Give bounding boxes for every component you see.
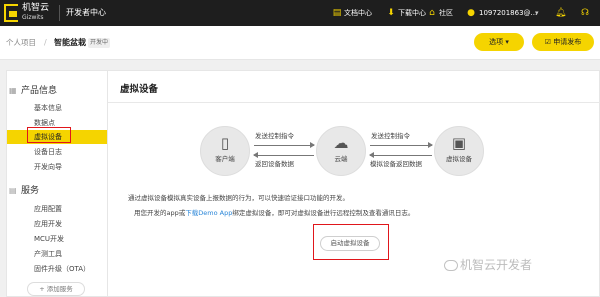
sidebar-item-basic-info[interactable]: 基本信息 — [7, 101, 107, 115]
bell-icon[interactable]: 🔔︎ — [555, 8, 566, 18]
sidebar-item-production-test[interactable]: 产测工具 — [7, 247, 107, 261]
wechat-icon — [444, 260, 458, 271]
sidebar-item-app-config[interactable]: 应用配置 — [7, 202, 107, 216]
description-line-2-prefix: 用您开发的app或 — [134, 209, 186, 217]
logo-subtext: Gizwits — [22, 14, 44, 21]
phone-icon: ▯ — [220, 134, 230, 152]
highlight-annotation — [27, 127, 71, 143]
apply-publish-button[interactable]: ☑ 申请发布 — [532, 33, 594, 51]
logo-text: 机智云 — [22, 3, 50, 13]
sidebar-item-app-dev[interactable]: 应用开发 — [7, 217, 107, 231]
nav-link-docs[interactable]: 文档中心 — [344, 7, 372, 19]
flow-label-return-data-1: 返回设备数据 — [255, 160, 294, 168]
service-icon: ▤ — [9, 186, 17, 195]
user-avatar-icon: ● — [467, 8, 475, 18]
start-virtual-device-button[interactable]: 启动虚拟设备 — [320, 236, 380, 251]
breadcrumb-current: 智能盆栽 — [54, 38, 86, 47]
sidebar-item-dev-guide[interactable]: 开发向导 — [7, 160, 107, 174]
sidebar-section-service-label: 服务 — [21, 186, 40, 196]
arrow-right-icon — [254, 142, 315, 148]
options-button[interactable]: 选项 ▾ — [474, 33, 524, 51]
client-node: ▯ 客户端 — [200, 126, 250, 176]
add-service-button[interactable]: + 添加服务 — [27, 282, 85, 296]
description-line-1: 通过虚拟设备模拟真实设备上报数据的行为，可以快速验证接口功能的开发。 — [128, 194, 349, 202]
client-label: 客户端 — [215, 155, 235, 163]
arrow-right-icon — [370, 142, 433, 148]
sidebar-section-product-label: 产品信息 — [21, 86, 58, 96]
description-line-2: 用您开发的app或下载Demo App绑定虚拟设备，即可对虚拟设备进行远程控制及… — [134, 208, 414, 218]
cloud-icon: ☁ — [333, 134, 349, 152]
cloud-node: ☁ 云端 — [316, 126, 366, 176]
chip-icon: ▣ — [451, 134, 467, 152]
download-icon: ⬇ — [387, 8, 395, 18]
description-line-2-suffix: 绑定虚拟设备，即可对虚拟设备进行远程控制及查看通讯日志。 — [232, 209, 415, 217]
watermark: 机智云开发者 — [460, 258, 533, 272]
title-divider — [108, 102, 600, 103]
flow-label-return-data-2: 模拟设备返回数据 — [370, 160, 422, 168]
flow-label-send-cmd-2: 发送控制指令 — [371, 132, 410, 140]
community-icon: ⌂ — [429, 8, 435, 18]
breadcrumb-separator: / — [44, 38, 47, 47]
logo-mark-icon — [4, 4, 18, 22]
sidebar: ▦ 产品信息 基本信息 数据点 虚拟设备 设备日志 开发向导 ▤ 服务 应用配置… — [6, 70, 107, 297]
breadcrumb-parent[interactable]: 个人项目 — [6, 37, 36, 49]
page-title: 虚拟设备 — [120, 84, 159, 95]
nav-link-download[interactable]: 下载中心 — [398, 7, 426, 19]
sidebar-section-service: ▤ 服务 — [9, 185, 40, 197]
sidebar-section-product: ▦ 产品信息 — [9, 85, 58, 97]
arrow-left-icon — [253, 152, 314, 158]
top-nav-bar: 机智云 Gizwits 开发者中心 ▤ 文档中心 ⬇ 下载中心 ⌂ 社区 ● 1… — [0, 0, 600, 26]
project-header: 个人项目 / 智能盆栽 开发中 选项 ▾ ☑ 申请发布 — [0, 26, 600, 60]
cloud-label: 云端 — [334, 155, 348, 163]
chevron-down-icon[interactable]: ▾ — [535, 7, 539, 19]
document-icon: ▤ — [332, 8, 342, 18]
download-demo-app-link[interactable]: 下载Demo App — [185, 209, 232, 217]
nav-link-community[interactable]: 社区 — [439, 7, 453, 19]
headset-icon[interactable]: ☊ — [580, 8, 590, 18]
sidebar-item-mcu-dev[interactable]: MCU开发 — [7, 232, 107, 246]
publish-icon: ☑ — [544, 38, 554, 46]
flow-label-send-cmd-1: 发送控制指令 — [255, 132, 294, 140]
nav-divider — [59, 5, 60, 21]
sidebar-item-ota[interactable]: 固件升级（OTA） — [7, 262, 107, 276]
arrow-left-icon — [369, 152, 432, 158]
gizwits-logo[interactable]: 机智云 Gizwits — [4, 3, 56, 23]
sidebar-item-device-log[interactable]: 设备日志 — [7, 145, 107, 159]
status-badge: 开发中 — [88, 38, 111, 48]
virtual-device-node: ▣ 虚拟设备 — [434, 126, 484, 176]
product-info-icon: ▦ — [9, 86, 17, 95]
developer-center-title[interactable]: 开发者中心 — [66, 7, 106, 19]
user-account-menu[interactable]: 1097201863@... — [479, 7, 537, 19]
virtual-device-label: 虚拟设备 — [446, 155, 472, 163]
apply-publish-label: 申请发布 — [553, 38, 582, 46]
